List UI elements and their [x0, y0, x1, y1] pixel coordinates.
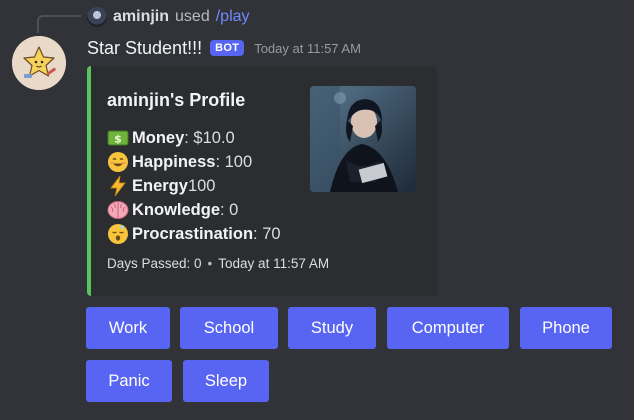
profile-embed: aminjin's Profile $ Money: $10.0 Happin…	[87, 66, 437, 296]
stat-knowledge: Knowledge: 0	[107, 198, 238, 222]
stat-procrastination-value: : 70	[253, 224, 281, 243]
message-header: Star Student!!! BOT Today at 11:57 AM	[87, 36, 361, 60]
stat-knowledge-value: : 0	[220, 200, 239, 219]
money-bag-icon: $	[107, 127, 129, 149]
command-username[interactable]: aminjin	[113, 8, 169, 26]
command-name-link[interactable]: /play	[216, 8, 250, 26]
profile-thumbnail[interactable]	[310, 86, 416, 192]
bot-avatar[interactable]	[12, 36, 66, 90]
stat-energy-label: Energy	[132, 176, 188, 195]
panic-button[interactable]: Panic	[86, 360, 172, 402]
svg-text:$: $	[114, 133, 122, 146]
smiley-face-icon	[107, 151, 129, 173]
command-invocation: aminjin used /play	[87, 6, 250, 28]
embed-title: aminjin's Profile	[107, 90, 246, 110]
stat-happiness: Happiness: 100	[107, 150, 252, 174]
stat-procrastination-label: Procrastination	[132, 224, 254, 243]
brain-icon	[107, 199, 129, 221]
chat-message: aminjin used /play Star Student!!! BOT T…	[0, 0, 634, 420]
profile-photo-image	[310, 86, 416, 192]
stat-money: $ Money: $10.0	[107, 126, 235, 150]
work-button[interactable]: Work	[86, 307, 170, 349]
study-button[interactable]: Study	[288, 307, 376, 349]
sleep-button[interactable]: Sleep	[183, 360, 269, 402]
stat-energy-value: 100	[187, 176, 216, 195]
message-timestamp: Today at 11:57 AM	[254, 40, 361, 56]
star-mascot-icon	[12, 36, 66, 90]
stat-money-label: Money	[132, 128, 185, 147]
embed-footer: Days Passed: 0 • Today at 11:57 AM	[107, 256, 329, 271]
stat-energy: Energy 100	[107, 174, 215, 198]
stat-happiness-value: : 100	[215, 152, 253, 171]
phone-button[interactable]: Phone	[520, 307, 612, 349]
sleepy-face-icon	[107, 223, 129, 245]
user-mini-avatar[interactable]	[87, 7, 107, 27]
command-used-text: used	[175, 8, 210, 25]
stat-happiness-label: Happiness	[132, 152, 216, 171]
computer-button[interactable]: Computer	[387, 307, 509, 349]
reply-connector-line	[37, 15, 81, 33]
bot-tag-badge: BOT	[210, 40, 245, 56]
lightning-icon	[107, 175, 129, 197]
school-button[interactable]: School	[180, 307, 278, 349]
stat-money-value: : $10.0	[184, 128, 235, 147]
bot-username[interactable]: Star Student!!!	[87, 38, 202, 59]
footer-separator: •	[207, 256, 213, 271]
stat-knowledge-label: Knowledge	[132, 200, 221, 219]
footer-days-passed: Days Passed: 0	[107, 256, 202, 271]
stat-procrastination: Procrastination: 70	[107, 222, 281, 246]
footer-timestamp: Today at 11:57 AM	[218, 256, 330, 271]
